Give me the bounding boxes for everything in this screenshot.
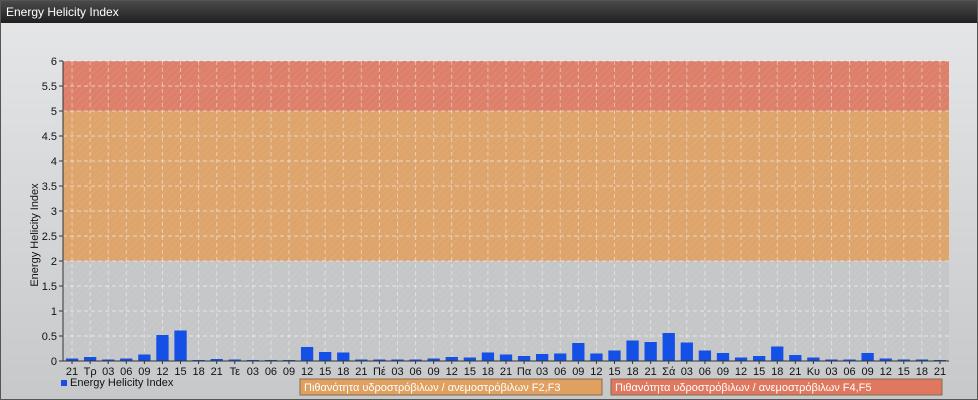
- x-tick-label: 18: [337, 366, 349, 378]
- bar: [481, 352, 495, 361]
- legend: Energy Helicity Index: [61, 377, 174, 389]
- x-tick-label: 06: [699, 366, 711, 378]
- bar: [156, 335, 169, 361]
- x-tick-label: 06: [554, 366, 566, 378]
- legend-label: Energy Helicity Index: [70, 377, 174, 389]
- x-tick-label: 18: [482, 366, 494, 378]
- x-tick-label: 18: [192, 366, 204, 378]
- x-tick-label: Κυ: [807, 366, 820, 378]
- bar: [608, 350, 621, 361]
- band-legend-label: Πιθανότητα υδροστρόβιλων / ανεμοστρόβιλω…: [615, 382, 872, 394]
- bar: [807, 357, 820, 361]
- x-tick-label: 09: [572, 366, 584, 378]
- x-tick-labels: 21 Τρ 03 06 09 12 15 18 21 Τε 03 06 09 12 15 18 21 Πέ 03 06…: [66, 361, 946, 378]
- y-tick-label: 0.5: [42, 331, 57, 343]
- x-tick-label: Σά: [662, 366, 676, 378]
- y-tick-label: 4: [51, 156, 57, 168]
- x-tick-label: 06: [409, 366, 421, 378]
- x-tick-label: 12: [735, 366, 747, 378]
- x-tick-label: 12: [590, 366, 602, 378]
- x-tick-label: 06: [843, 366, 855, 378]
- chart-window: Energy Helicity Index 0 0.5 1 1.5 2 2.5 3 3.5 4 4…: [0, 0, 978, 400]
- ehi-chart: 00.511.522.533.544.555.56 21 Τρ 03 06 09 12 15…: [29, 56, 949, 396]
- bar: [554, 353, 567, 361]
- bar: [680, 342, 693, 361]
- x-tick-label: 18: [916, 366, 928, 378]
- x-tick-label: 15: [174, 366, 186, 378]
- y-tick-label: 3: [51, 206, 57, 218]
- x-tick-label: 21: [934, 366, 946, 378]
- x-tick-label: 09: [283, 366, 295, 378]
- x-tick-label: 03: [247, 366, 259, 378]
- x-tick-label: Πέ: [373, 366, 386, 378]
- x-tick-label: 09: [717, 366, 729, 378]
- bar: [662, 333, 675, 361]
- y-tick-label: 2: [51, 256, 57, 268]
- x-tick-label: 09: [428, 366, 440, 378]
- x-tick-label: 06: [265, 366, 277, 378]
- y-tick-labels: 0 0.5 1 1.5 2 2.5 3 3.5 4 4.5 5 5.5 6: [42, 56, 63, 368]
- x-tick-label: 21: [211, 366, 223, 378]
- x-tick-label: 12: [446, 366, 458, 378]
- bar: [644, 342, 657, 361]
- window-title: Energy Helicity Index: [6, 5, 119, 19]
- x-tick-label: 15: [898, 366, 910, 378]
- bar: [138, 354, 151, 361]
- x-tick-label: 15: [464, 366, 476, 378]
- bar: [626, 340, 639, 361]
- x-tick-label: 21: [789, 366, 801, 378]
- band-legend: Πιθανότητα υδροστρόβιλων / ανεμοστρόβιλω…: [299, 378, 943, 396]
- band-legend-label: Πιθανότητα υδροστρόβιλων / ανεμοστρόβιλω…: [304, 382, 561, 394]
- bar: [83, 357, 97, 361]
- bar: [499, 354, 513, 361]
- x-tick-label: 15: [608, 366, 620, 378]
- x-tick-label: 18: [626, 366, 638, 378]
- x-tick-label: 18: [771, 366, 783, 378]
- bar: [789, 355, 802, 361]
- x-tick-label: 15: [319, 366, 331, 378]
- bar: [463, 357, 476, 361]
- bar: [752, 356, 766, 361]
- bar: [590, 353, 603, 361]
- bar: [445, 357, 458, 361]
- y-tick-label: 1.5: [42, 281, 57, 293]
- bar: [517, 356, 531, 361]
- x-tick-label: Τε: [230, 366, 241, 378]
- y-tick-label: 5: [51, 106, 57, 118]
- x-tick-label: 03: [681, 366, 693, 378]
- bar: [337, 352, 350, 361]
- x-tick-label: 12: [880, 366, 892, 378]
- y-tick-label: 4.5: [42, 131, 57, 143]
- legend-swatch: [61, 380, 67, 386]
- y-tick-label: 0: [51, 356, 57, 368]
- bar: [716, 353, 730, 361]
- x-tick-label: 12: [301, 366, 313, 378]
- x-tick-label: 21: [645, 366, 657, 378]
- y-tick-label: 3.5: [42, 181, 57, 193]
- bar: [572, 343, 585, 361]
- title-bar: Energy Helicity Index: [1, 1, 977, 23]
- bar: [319, 352, 332, 361]
- bar: [698, 350, 712, 361]
- bar: [861, 353, 874, 361]
- x-tick-label: 03: [391, 366, 403, 378]
- x-tick-label: 21: [500, 366, 512, 378]
- y-tick-label: 5.5: [42, 81, 57, 93]
- x-tick-label: Πα: [517, 366, 532, 378]
- x-tick-label: 03: [825, 366, 837, 378]
- y-tick-label: 6: [51, 56, 57, 68]
- bar: [771, 346, 784, 361]
- bar: [536, 354, 549, 361]
- bar: [734, 357, 748, 361]
- x-tick-label: 21: [355, 366, 367, 378]
- x-tick-label: 03: [536, 366, 548, 378]
- y-axis-label: Energy Helicity Index: [29, 183, 41, 287]
- bar: [300, 347, 314, 361]
- bar: [174, 330, 187, 361]
- y-tick-label: 2.5: [42, 231, 57, 243]
- y-tick-label: 1: [51, 306, 57, 318]
- x-tick-label: 15: [753, 366, 765, 378]
- x-tick-label: 09: [862, 366, 874, 378]
